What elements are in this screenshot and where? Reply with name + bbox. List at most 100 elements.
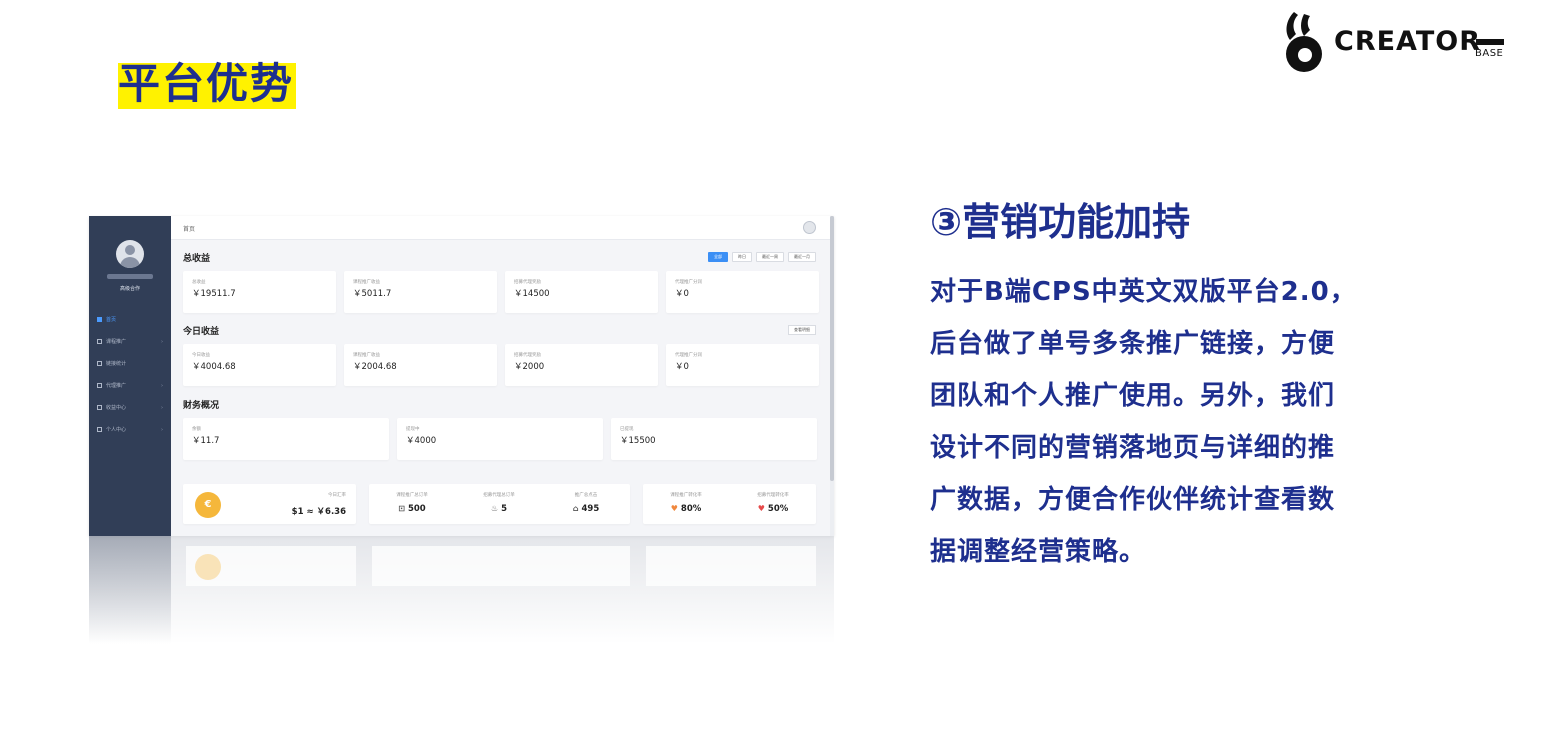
sidebar-item-home[interactable]: 首页 — [89, 309, 171, 331]
stat-label: 招募代理奖励 — [514, 280, 541, 285]
stat-label: 余额 — [192, 427, 201, 432]
sidebar-item-label: 个人中心 — [106, 427, 127, 433]
stat-value-row: ⊡ 500 — [369, 504, 455, 514]
stat-value: 50% — [767, 504, 789, 514]
scrollbar[interactable] — [830, 216, 834, 536]
stat-value: 495 — [581, 504, 600, 514]
sidebar-item-label: 课程推广 — [106, 339, 127, 345]
logo-bar — [1476, 39, 1504, 45]
stat-value: ￥15500 — [620, 436, 656, 446]
sidebar-item-agent-promo[interactable]: 代理推广 › — [89, 375, 171, 397]
feature-line: 广数据，方便合作伙伴统计查看数 — [930, 485, 1336, 515]
logo-wordmark: CREATOR — [1334, 26, 1482, 57]
stat-value: ￥5011.7 — [353, 289, 392, 299]
exchange-rate-label: 今日汇率 — [328, 493, 346, 498]
stat-value: ￥14500 — [514, 289, 550, 299]
exchange-rate-value: $1 ≈ ￥6.36 — [291, 507, 346, 517]
heart-icon: ♥ — [757, 504, 765, 513]
stat-value: 5 — [501, 504, 508, 514]
logo-base-text: BASE — [1475, 48, 1504, 59]
sidebar-item-course-promo[interactable]: 课程推广 › — [89, 331, 171, 353]
feature-line: 对于B端CPS中英文双版平台2.0， — [930, 277, 1357, 307]
stat-value: ￥4000 — [406, 436, 437, 446]
username-blurred — [107, 274, 153, 279]
heart-icon: ♥ — [670, 504, 678, 513]
account-avatar-icon[interactable] — [803, 221, 816, 234]
today-income-title: 今日收益 — [183, 327, 220, 337]
breadcrumb[interactable]: 首页 — [183, 224, 195, 233]
sidebar-item-income[interactable]: 收益中心 › — [89, 397, 171, 419]
user-avatar-icon — [116, 240, 144, 268]
stat-value-row: ♥ 80% — [643, 504, 729, 514]
filter-all[interactable]: 全部 — [708, 252, 728, 262]
stat-card: 代理推广分润 ￥0 — [666, 271, 819, 313]
today-income-cards: 今日收益 ￥4004.68 课程推广收益 ￥2004.68 招募代理奖励 ￥2000 … — [183, 344, 819, 386]
reflection-card — [646, 546, 816, 586]
chevron-right-icon: › — [161, 339, 163, 345]
sidebar-item-link-stats[interactable]: 链接统计 — [89, 353, 171, 375]
stat-label: 提现中 — [406, 427, 420, 432]
stat-label: 代理推广分润 — [675, 353, 702, 358]
total-income-title: 总收益 — [183, 254, 211, 264]
sidebar-item-profile[interactable]: 个人中心 › — [89, 419, 171, 441]
view-details-button[interactable]: 查看明细 — [788, 325, 816, 335]
user-role: 高级合作 — [119, 286, 140, 292]
feature-line: 后台做了单号多条推广链接，方便 — [930, 329, 1336, 359]
income-filter-tabs: 全部 昨日 最近一周 最近一月 — [708, 252, 816, 262]
finance-overview-title: 财务概况 — [183, 401, 220, 411]
sidebar-item-label: 代理推广 — [106, 383, 127, 389]
finance-cards: 余额 ￥11.7 提现中 ￥4000 已提现 ￥15500 — [183, 418, 817, 460]
stat-value: ￥11.7 — [192, 436, 220, 446]
stat-card: 总收益 ￥19511.7 — [183, 271, 336, 313]
stat-value-row: ♨ 5 — [456, 504, 542, 514]
filter-week[interactable]: 最近一周 — [756, 252, 784, 262]
user-icon — [97, 427, 102, 432]
stat-course-conversion: 课程推广转化率 ♥ 80% — [643, 484, 729, 524]
stat-label: 推广总点击 — [574, 493, 598, 498]
slide-title: 平台优势 — [118, 59, 295, 108]
filter-month[interactable]: 最近一月 — [788, 252, 816, 262]
stat-label: 今日收益 — [192, 353, 210, 358]
stat-value: ￥2004.68 — [353, 362, 397, 372]
stat-value: ￥0 — [675, 362, 689, 372]
sidebar-nav: 首页 课程推广 › 链接统计 代理推广 › 收益中心 › 个人中心 › — [89, 309, 171, 441]
sidebar-item-label: 链接统计 — [106, 361, 127, 367]
stat-value: ￥4004.68 — [192, 362, 236, 372]
order-icon: ⊡ — [398, 504, 405, 513]
chart-icon — [97, 361, 102, 366]
stat-label: 课程推广转化率 — [670, 493, 702, 498]
stat-label: 招募代理奖励 — [514, 353, 541, 358]
reflection-card — [372, 546, 630, 586]
stat-promo-clicks: 推广总点击 ⌂ 495 — [543, 484, 629, 524]
chevron-right-icon: › — [161, 405, 163, 411]
creator-logo: CREATOR BASE — [1280, 10, 1510, 76]
stat-value: 80% — [680, 504, 702, 514]
stat-value-row: ⌂ 495 — [543, 504, 629, 514]
coin-icon: € — [195, 492, 221, 518]
sidebar-item-label: 首页 — [106, 317, 117, 323]
admin-dashboard-screenshot: 高级合作 首页 课程推广 › 链接统计 代理推广 › 收益中心 › 个人中心 › 首页 … — [89, 216, 834, 536]
screenshot-reflection — [89, 536, 834, 644]
conversion-rate-card: 课程推广转化率 ♥ 80% 招募代理转化率 ♥ 50% — [643, 484, 816, 524]
stat-label: 代理推广分润 — [675, 280, 702, 285]
stat-value: ￥2000 — [514, 362, 545, 372]
filter-yesterday[interactable]: 昨日 — [732, 252, 752, 262]
stat-card: 余额 ￥11.7 — [183, 418, 389, 460]
stat-card: 课程推广收益 ￥2004.68 — [344, 344, 497, 386]
stat-value: ￥0 — [675, 289, 689, 299]
users-icon — [97, 383, 102, 388]
chevron-right-icon: › — [161, 383, 163, 389]
stat-label: 已提现 — [620, 427, 634, 432]
exchange-rate-card: € 今日汇率 $1 ≈ ￥6.36 — [183, 484, 356, 524]
stat-card: 招募代理奖励 ￥14500 — [505, 271, 658, 313]
slide-title-block: 平台优势 — [118, 57, 296, 111]
feature-line: 设计不同的营销落地页与详细的推 — [930, 433, 1336, 463]
stat-card: 提现中 ￥4000 — [397, 418, 603, 460]
stat-agent-orders: 招募代理总订单 ♨ 5 — [456, 484, 542, 524]
sidebar: 高级合作 首页 课程推广 › 链接统计 代理推广 › 收益中心 › 个人中心 › — [89, 216, 171, 536]
stat-label: 招募代理总订单 — [483, 493, 515, 498]
topbar: 首页 — [171, 216, 834, 240]
stat-value: ￥19511.7 — [192, 289, 236, 299]
scroll-thumb[interactable] — [830, 216, 834, 481]
stat-card: 已提现 ￥15500 — [611, 418, 817, 460]
